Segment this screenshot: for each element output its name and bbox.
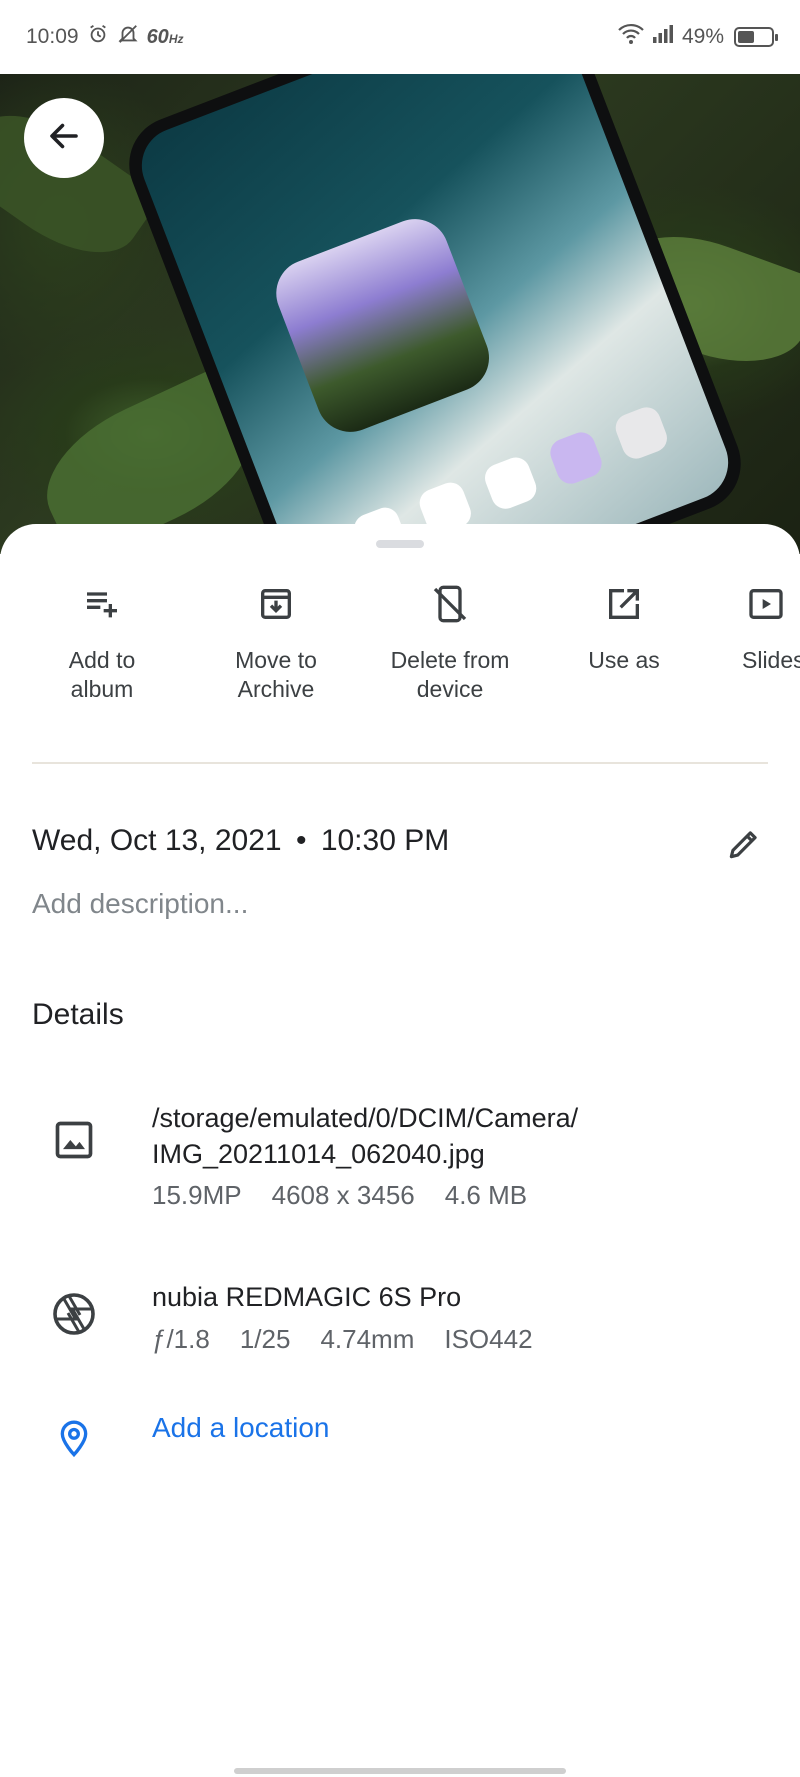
divider <box>32 762 768 764</box>
action-label: Add to album <box>68 647 136 702</box>
megapixels: 15.9MP <box>152 1180 242 1210</box>
camera-aperture-icon <box>46 1286 102 1342</box>
shutter-speed: 1/25 <box>239 1324 291 1354</box>
sheet-drag-handle[interactable] <box>376 540 424 548</box>
slideshow-button[interactable]: Slides <box>718 580 800 675</box>
description-input[interactable]: Add description... <box>32 888 248 920</box>
status-left: 10:09 60Hz <box>26 23 183 51</box>
slideshow-icon <box>742 580 790 628</box>
camera-model: nubia REDMAGIC 6S Pro <box>152 1282 462 1312</box>
phone-delete-icon <box>426 580 474 628</box>
photo-app-icon <box>611 403 672 463</box>
refresh-rate: 60Hz <box>146 25 184 48</box>
battery-icon <box>734 27 778 47</box>
info-sheet: Add to album Move to Archive Delete from… <box>0 524 800 1777</box>
focal-length: 4.74mm <box>320 1324 415 1354</box>
delete-from-device-button[interactable]: Delete from device <box>370 580 530 704</box>
photo-preview[interactable] <box>0 74 800 554</box>
action-label: Delete from device <box>390 647 510 702</box>
add-to-album-button[interactable]: Add to album <box>22 580 182 704</box>
file-path: /storage/emulated/0/DCIM/Camera/ IMG_202… <box>152 1103 579 1169</box>
battery-percent: 49% <box>681 25 724 48</box>
pencil-icon <box>725 825 763 868</box>
file-size: 4.6 MB <box>444 1180 528 1210</box>
open-in-new-icon <box>600 580 648 628</box>
file-meta: 15.9MP 4608 x 3456 4.6 MB <box>152 1180 527 1211</box>
back-button[interactable] <box>24 98 104 178</box>
playlist-add-icon <box>78 580 126 628</box>
move-to-archive-button[interactable]: Move to Archive <box>196 580 356 704</box>
mute-icon <box>117 23 139 51</box>
photo-time: 10:30 PM <box>320 824 450 857</box>
aperture: ƒ/1.8 <box>152 1324 210 1354</box>
gesture-nav-bar[interactable] <box>234 1768 566 1774</box>
action-label: Slides <box>742 647 800 673</box>
wifi-icon <box>618 23 644 51</box>
photo-app-icon <box>546 428 606 488</box>
add-location-link[interactable]: Add a location <box>152 1412 329 1444</box>
image-icon <box>46 1112 102 1168</box>
use-as-button[interactable]: Use as <box>544 580 704 675</box>
alarm-icon <box>87 23 109 51</box>
photo-datetime: Wed, Oct 13, 2021 • 10:30 PM <box>32 824 449 858</box>
action-label: Move to Archive <box>235 647 317 702</box>
signal-icon <box>652 24 674 50</box>
photo-phone-widget <box>266 209 499 442</box>
edit-datetime-button[interactable] <box>720 822 768 870</box>
location-pin-icon <box>46 1410 102 1466</box>
archive-icon <box>252 580 300 628</box>
iso: ISO442 <box>444 1324 533 1354</box>
photo-app-icon <box>480 453 541 513</box>
photo-date: Wed, Oct 13, 2021 <box>32 824 282 857</box>
datetime-separator: • <box>295 824 307 857</box>
action-label: Use as <box>588 647 660 673</box>
action-row: Add to album Move to Archive Delete from… <box>0 580 800 702</box>
status-time: 10:09 <box>26 25 79 48</box>
camera-meta: ƒ/1.8 1/25 4.74mm ISO442 <box>152 1324 533 1355</box>
resolution: 4608 x 3456 <box>271 1180 415 1210</box>
details-heading: Details <box>32 998 124 1031</box>
arrow-left-icon <box>46 118 82 159</box>
status-right: 49% <box>618 23 778 51</box>
status-bar: 10:09 60Hz 49% <box>0 0 800 74</box>
